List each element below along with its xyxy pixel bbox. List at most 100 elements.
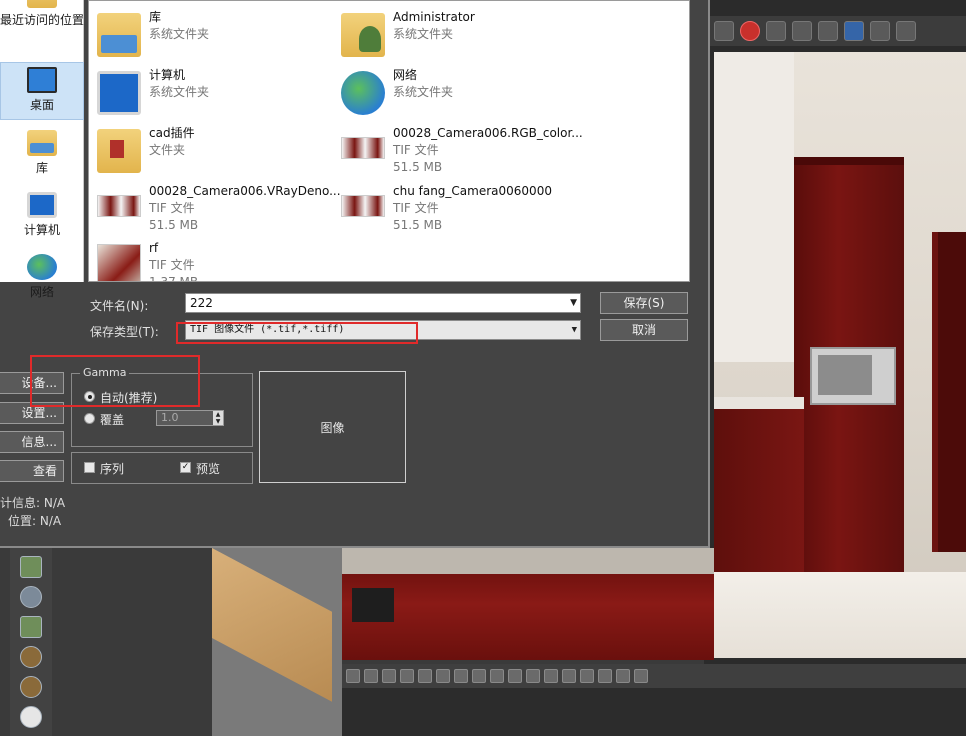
file-name: chu fang_Camera0060000 bbox=[393, 184, 552, 198]
exposure-icon[interactable] bbox=[472, 669, 486, 683]
channel-icon[interactable] bbox=[792, 21, 812, 41]
filename-input[interactable]: 222 ▼ bbox=[185, 293, 581, 313]
gamma-value: 1.0 bbox=[161, 411, 179, 424]
grass-icon[interactable] bbox=[20, 616, 42, 638]
list-item[interactable]: Administrator 系统文件夹 bbox=[335, 7, 575, 63]
color-icon[interactable] bbox=[364, 669, 378, 683]
place-computer[interactable]: 计算机 bbox=[0, 188, 84, 246]
fur-icon[interactable] bbox=[20, 676, 42, 698]
list-item[interactable]: chu fang_Camera0060000 TIF 文件 51.5 MB bbox=[335, 181, 575, 237]
folder-icon[interactable] bbox=[714, 21, 734, 41]
sequence-label: 序列 bbox=[100, 462, 125, 476]
chevron-down-icon[interactable]: ▼ bbox=[570, 294, 577, 312]
settings-icon[interactable] bbox=[490, 669, 504, 683]
clear-icon[interactable] bbox=[740, 21, 760, 41]
compare-icon[interactable] bbox=[870, 21, 890, 41]
stats-value: N/A bbox=[43, 496, 66, 510]
stamp-icon[interactable] bbox=[526, 669, 540, 683]
list-item[interactable]: 网络 系统文件夹 bbox=[335, 65, 575, 121]
box-icon[interactable] bbox=[20, 556, 42, 578]
file-type: TIF 文件 bbox=[149, 201, 195, 215]
tif-thumbnail-icon bbox=[97, 195, 141, 217]
rendered-kitchen-view bbox=[714, 52, 966, 658]
file-size: 51.5 MB bbox=[149, 218, 199, 232]
histogram-icon[interactable] bbox=[844, 21, 864, 41]
viewport-cabinet-view bbox=[342, 548, 714, 660]
file-name: cad插件 bbox=[149, 126, 195, 140]
hair-icon[interactable] bbox=[20, 646, 42, 668]
gear-icon[interactable] bbox=[20, 586, 42, 608]
save-image-dialog: 最近访问的位置 桌面 库 计算机 网络 库系统文件夹 Administrator… bbox=[0, 0, 710, 548]
list-item[interactable]: rf TIF 文件 1.37 MB bbox=[91, 238, 331, 282]
microwave bbox=[810, 347, 896, 405]
list-item[interactable]: cad插件文件夹 bbox=[91, 123, 331, 179]
list-item[interactable]: 计算机 系统文件夹 bbox=[91, 65, 331, 121]
list-item[interactable]: 00028_Camera006.VRayDeno... TIF 文件 51.5 MB bbox=[91, 181, 341, 237]
list-item[interactable]: 00028_Camera006.RGB_color... TIF 文件 51.5 M… bbox=[335, 123, 583, 179]
file-type: 系统文件夹 bbox=[149, 27, 210, 41]
wall bbox=[714, 52, 794, 362]
copy-icon[interactable] bbox=[766, 21, 786, 41]
gamma-override-spinner[interactable]: 1.0 ▲ ▼ bbox=[156, 410, 224, 426]
frame-buffer-toolbar bbox=[342, 664, 966, 688]
curve-icon[interactable] bbox=[454, 669, 468, 683]
sequence-checkbox[interactable] bbox=[84, 462, 95, 473]
viewport-wood-model bbox=[212, 548, 342, 736]
file-name: 计算机 bbox=[149, 68, 186, 82]
filetype-highlight-box bbox=[176, 322, 418, 344]
list-item[interactable]: 库系统文件夹 bbox=[91, 7, 331, 63]
info-button[interactable]: 信息... bbox=[0, 431, 64, 453]
info-icon[interactable] bbox=[382, 669, 396, 683]
location-info: 位置: N/A bbox=[8, 512, 61, 529]
file-type: TIF 文件 bbox=[393, 201, 439, 215]
location-label: 位置: bbox=[8, 514, 37, 528]
graph-icon[interactable] bbox=[544, 669, 558, 683]
bars-icon[interactable] bbox=[616, 669, 630, 683]
place-label: 库 bbox=[35, 161, 48, 175]
override-gamma-label: 覆盖 bbox=[100, 413, 125, 427]
cancel-button[interactable]: 取消 bbox=[600, 319, 688, 341]
preview-checkbox[interactable]: ✓ bbox=[180, 462, 191, 473]
levels-icon[interactable] bbox=[418, 669, 432, 683]
file-size: 51.5 MB bbox=[393, 160, 443, 174]
tif-thumbnail-icon bbox=[97, 244, 141, 281]
teapot-icon[interactable] bbox=[818, 21, 838, 41]
snowflake-icon[interactable] bbox=[634, 669, 648, 683]
lut-icon[interactable] bbox=[436, 669, 450, 683]
file-name: 00028_Camera006.VRayDeno... bbox=[149, 184, 341, 198]
rgb-icon[interactable] bbox=[400, 669, 414, 683]
place-library[interactable]: 库 bbox=[0, 126, 84, 184]
file-type: 文件夹 bbox=[149, 143, 186, 157]
file-type: 系统文件夹 bbox=[393, 27, 454, 41]
lens-icon[interactable] bbox=[562, 669, 576, 683]
layers-icon[interactable] bbox=[896, 21, 916, 41]
places-bar: 最近访问的位置 桌面 库 计算机 网络 bbox=[0, 0, 84, 299]
place-recent[interactable]: 最近访问的位置 bbox=[0, 0, 84, 36]
spinner-arrows-icon[interactable]: ▲ ▼ bbox=[213, 411, 223, 425]
place-desktop[interactable]: 桌面 bbox=[0, 62, 84, 120]
file-list[interactable]: 库系统文件夹 Administrator 系统文件夹 计算机 系统文件夹 网络 系统文… bbox=[88, 0, 690, 282]
override-gamma-radio[interactable] bbox=[84, 413, 95, 424]
h-icon[interactable] bbox=[580, 669, 594, 683]
place-label: 最近访问的位置 bbox=[0, 13, 85, 27]
save-button[interactable]: 保存(S) bbox=[600, 292, 688, 314]
view-button[interactable]: 查看 bbox=[0, 460, 64, 482]
arrows-icon[interactable] bbox=[598, 669, 612, 683]
place-network[interactable]: 网络 bbox=[0, 250, 84, 308]
gear-icon[interactable] bbox=[508, 669, 522, 683]
file-size: 1.37 MB bbox=[149, 275, 199, 282]
stats-label: 计信息: bbox=[0, 496, 41, 510]
file-name: 网络 bbox=[393, 68, 418, 82]
filename-value: 222 bbox=[190, 296, 213, 310]
left-tool-column bbox=[10, 548, 52, 736]
chevron-down-icon[interactable]: ▼ bbox=[572, 321, 577, 339]
statistics-info: 计信息: N/A bbox=[0, 494, 65, 511]
file-type: TIF 文件 bbox=[149, 258, 195, 272]
file-name: rf bbox=[149, 241, 159, 255]
file-type: 系统文件夹 bbox=[393, 85, 454, 99]
place-label: 网络 bbox=[29, 285, 54, 299]
sphere-icon[interactable] bbox=[20, 706, 42, 728]
window-icon[interactable] bbox=[346, 669, 360, 683]
render-window-toolbar bbox=[706, 16, 966, 46]
image-preview-label: 图像 bbox=[320, 420, 345, 435]
